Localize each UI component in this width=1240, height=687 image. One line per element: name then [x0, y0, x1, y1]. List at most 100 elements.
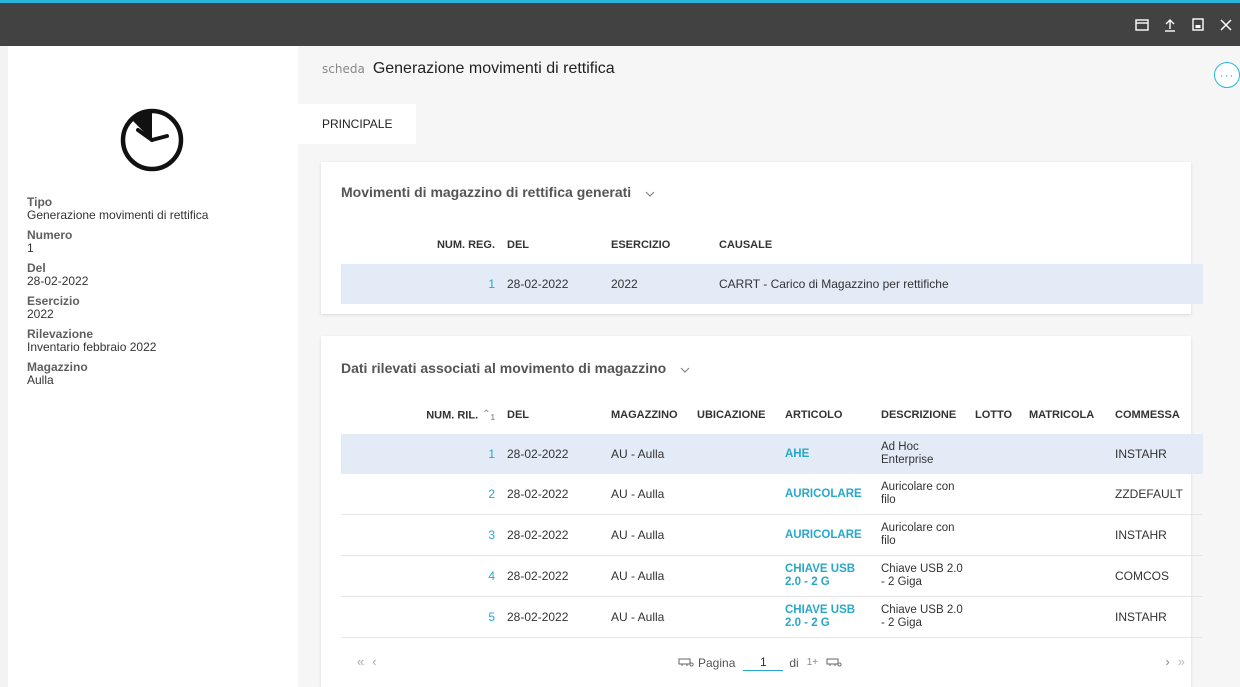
cell-articolo-link[interactable]: AURICOLARE	[779, 514, 875, 556]
close-icon[interactable]	[1212, 11, 1240, 39]
page-number-input[interactable]	[743, 654, 784, 671]
table-row[interactable]: 5 28-02-2022 AU - Aulla CHIAVE USB 2.0 -…	[341, 596, 1203, 638]
cell-commessa: INSTAHR	[1109, 434, 1203, 474]
pagination: «‹ Pagina di 1+ ›»	[341, 648, 1203, 676]
section-title: Dati rilevati associati al movimento di …	[341, 360, 667, 376]
pager-center: Pagina di 1+	[678, 654, 842, 671]
col-header-commessa[interactable]: COMMESSA	[1109, 396, 1203, 434]
last-page-button[interactable]: »	[1178, 654, 1193, 669]
rilevati-table: NUM. RIL. ⌃1 DEL MAGAZZINO UBICAZIONE ART…	[341, 396, 1203, 638]
first-page-button[interactable]: «	[357, 654, 372, 669]
cell-magazzino: AU - Aulla	[605, 434, 691, 474]
page-size-icon[interactable]	[678, 656, 694, 670]
section-header[interactable]: Dati rilevati associati al movimento di …	[341, 360, 690, 376]
cell-descrizione: Auricolare con filo	[875, 514, 969, 556]
cell-articolo-link[interactable]: AHE	[779, 434, 875, 474]
cell-descrizione: Chiave USB 2.0 - 2 Giga	[875, 596, 969, 638]
cell-matricola	[1023, 514, 1109, 556]
cell-matricola	[1023, 596, 1109, 638]
col-header-esercizio[interactable]: ESERCIZIO	[605, 226, 713, 264]
main-content: scheda Generazione movimenti di rettific…	[298, 46, 1240, 687]
prop-value: 1	[27, 241, 34, 255]
cell-num-ril[interactable]: 5	[341, 596, 501, 638]
more-options-button[interactable]: ···	[1214, 62, 1240, 88]
col-header-articolo[interactable]: ARTICOLO	[779, 396, 875, 434]
prop-label: Numero	[27, 228, 73, 242]
prop-del: Del 28-02-2022	[27, 262, 287, 288]
cell-num-ril[interactable]: 1	[341, 434, 501, 474]
col-header-descrizione[interactable]: DESCRIZIONE	[875, 396, 969, 434]
cell-num-ril[interactable]: 2	[341, 474, 501, 515]
window-controls	[1128, 3, 1240, 46]
save-icon[interactable]	[1184, 11, 1212, 39]
col-header-num-ril[interactable]: NUM. RIL. ⌃1	[341, 396, 501, 434]
prop-label: Esercizio	[27, 294, 80, 308]
cell-magazzino: AU - Aulla	[605, 474, 691, 515]
col-header-label: NUM. RIL.	[426, 408, 479, 421]
cell-articolo-link[interactable]: AURICOLARE	[779, 474, 875, 515]
cell-lotto	[969, 514, 1023, 556]
cell-del: 28-02-2022	[501, 596, 605, 638]
cell-causale: CARRT - Carico di Magazzino per rettific…	[713, 264, 1203, 304]
section-dati-rilevati: Dati rilevati associati al movimento di …	[321, 336, 1203, 687]
cell-lotto	[969, 474, 1023, 515]
col-header-ubicazione[interactable]: UBICAZIONE	[691, 396, 779, 434]
prop-numero: Numero 1	[27, 229, 287, 255]
cell-descrizione: Auricolare con filo	[875, 474, 969, 515]
section-header[interactable]: Movimenti di magazzino di rettifica gene…	[341, 184, 655, 200]
prop-magazzino: Magazzino Aulla	[27, 361, 287, 387]
col-header-del[interactable]: DEL	[501, 226, 605, 264]
table-row[interactable]: 2 28-02-2022 AU - Aulla AURICOLARE Auric…	[341, 474, 1203, 515]
window-icon[interactable]	[1128, 11, 1156, 39]
cell-del: 28-02-2022	[501, 555, 605, 597]
chevron-down-icon[interactable]	[680, 360, 690, 376]
col-header-lotto[interactable]: LOTTO	[969, 396, 1023, 434]
cell-commessa: ZZDEFAULT	[1109, 474, 1203, 515]
cell-articolo-link[interactable]: CHIAVE USB 2.0 - 2 G	[779, 555, 875, 597]
table-row[interactable]: 1 28-02-2022 AU - Aulla AHE Ad Hoc Enter…	[341, 434, 1203, 474]
col-header-magazzino[interactable]: MAGAZZINO	[605, 396, 691, 434]
cell-num-ril[interactable]: 3	[341, 514, 501, 556]
chevron-down-icon[interactable]	[645, 184, 655, 200]
cell-articolo-link[interactable]: CHIAVE USB 2.0 - 2 G	[779, 596, 875, 638]
cell-num-ril[interactable]: 4	[341, 555, 501, 597]
next-page-button[interactable]: ›	[1165, 654, 1177, 669]
col-header-del[interactable]: DEL	[501, 396, 605, 434]
cell-num-reg[interactable]: 1	[341, 264, 501, 304]
col-header-causale[interactable]: CAUSALE	[713, 226, 1203, 264]
page-label: Pagina	[698, 655, 736, 670]
prop-esercizio: Esercizio 2022	[27, 295, 287, 321]
clock-icon	[118, 106, 186, 177]
tab-principale[interactable]: PRINCIPALE	[298, 104, 417, 144]
cell-ubicazione	[691, 474, 779, 515]
upload-icon[interactable]	[1156, 11, 1184, 39]
page-size-icon-2[interactable]	[826, 656, 842, 670]
prop-tipo: Tipo Generazione movimenti di rettifica	[27, 196, 287, 222]
prev-page-button[interactable]: ‹	[372, 654, 384, 669]
cell-ubicazione	[691, 514, 779, 556]
cell-magazzino: AU - Aulla	[605, 555, 691, 597]
cell-matricola	[1023, 434, 1109, 474]
pager-nav-left: «‹	[357, 654, 385, 669]
pager-nav-right: ›»	[1165, 654, 1193, 669]
record-sidebar: Tipo Generazione movimenti di rettifica …	[8, 46, 298, 687]
movimenti-table: NUM. REG. DEL ESERCIZIO CAUSALE 1 28-02-…	[341, 226, 1203, 304]
col-header-num-reg[interactable]: NUM. REG.	[341, 226, 501, 264]
page-header: scheda Generazione movimenti di rettific…	[322, 60, 615, 78]
cell-del: 28-02-2022	[501, 474, 605, 515]
cell-del: 28-02-2022	[501, 434, 605, 474]
total-pages: 1+	[806, 657, 819, 668]
more-icon: ···	[1219, 68, 1235, 82]
table-row[interactable]: 3 28-02-2022 AU - Aulla AURICOLARE Auric…	[341, 514, 1203, 556]
sort-asc-icon[interactable]: ⌃1	[482, 409, 495, 422]
cell-ubicazione	[691, 555, 779, 597]
tab-bar: PRINCIPALE	[298, 104, 417, 144]
col-header-matricola[interactable]: MATRICOLA	[1023, 396, 1109, 434]
cell-del: 28-02-2022	[501, 264, 605, 304]
prop-label: Magazzino	[27, 360, 88, 374]
table-row[interactable]: 4 28-02-2022 AU - Aulla CHIAVE USB 2.0 -…	[341, 555, 1203, 597]
prop-value: Aulla	[27, 373, 54, 387]
table-row[interactable]: 1 28-02-2022 2022 CARRT - Carico di Maga…	[341, 264, 1203, 304]
page-title-prefix: scheda	[322, 62, 365, 76]
page-title: Generazione movimenti di rettifica	[372, 60, 615, 77]
